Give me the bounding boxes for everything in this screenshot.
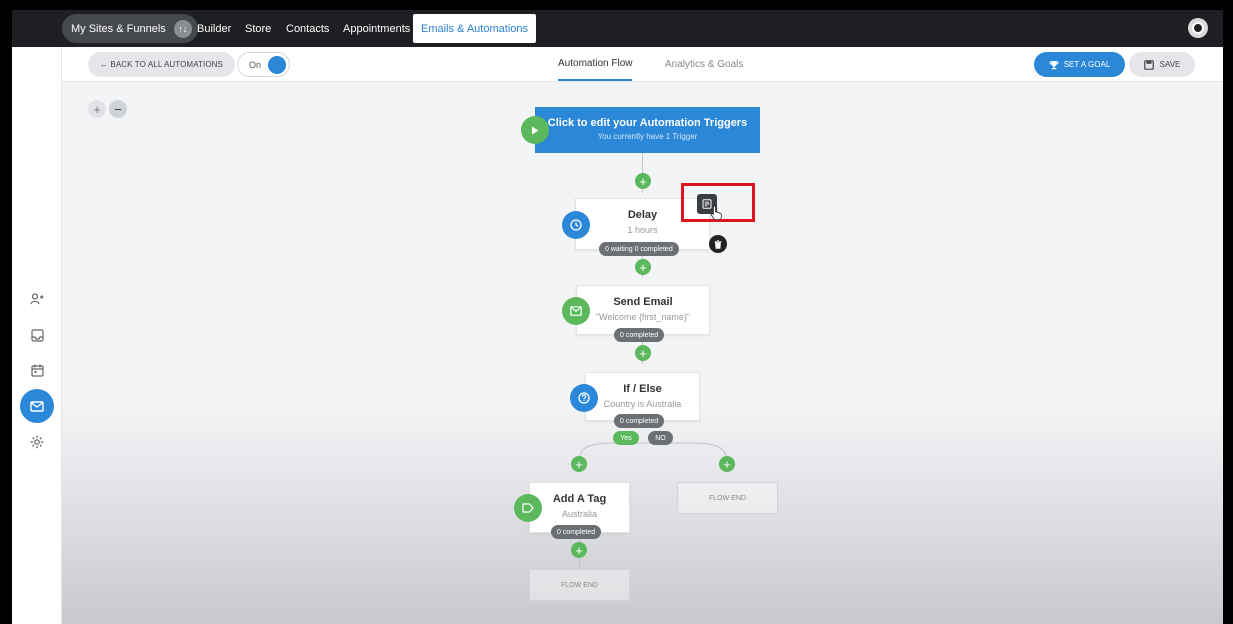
calendar-icon[interactable] [28, 361, 46, 379]
send-email-stats-badge: 0 completed [614, 328, 665, 342]
envelope-icon [562, 297, 590, 325]
nav-contacts[interactable]: Contacts [286, 10, 329, 47]
add-step-button[interactable]: + [571, 542, 587, 558]
nav-appointments[interactable]: Appointments [343, 10, 410, 47]
question-icon [570, 384, 598, 412]
trigger-title: Click to edit your Automation Triggers [547, 117, 748, 129]
add-tag-value: Australia [561, 509, 597, 519]
zoom-out-button[interactable]: − [109, 100, 127, 118]
add-step-no-button[interactable]: + [719, 456, 735, 472]
nav-builder[interactable]: Builder [197, 10, 231, 47]
if-else-condition: Country is Australia [603, 399, 682, 409]
add-tag-stats-badge: 0 completed [551, 525, 602, 539]
settings-gear-icon[interactable] [28, 433, 46, 451]
trash-icon [714, 239, 722, 249]
delay-duration: 1 hours [627, 225, 658, 235]
trophy-icon [1049, 60, 1059, 69]
send-email-title: Send Email [613, 296, 673, 308]
delay-stats-badge: 0 waiting 0 completed [599, 242, 679, 256]
add-step-button[interactable]: + [635, 173, 651, 189]
tag-icon [514, 494, 542, 522]
yes-branch-label: Yes [613, 431, 639, 445]
swap-icon: ↑↓ [173, 19, 192, 38]
clock-icon [562, 211, 590, 239]
user-avatar[interactable] [1188, 18, 1208, 38]
play-icon [521, 116, 549, 144]
save-label: SAVE [1159, 60, 1181, 69]
my-sites-label: My Sites & Funnels [71, 22, 166, 35]
add-step-button[interactable]: + [635, 345, 651, 361]
floppy-disk-icon [1143, 59, 1154, 70]
automation-on-toggle[interactable]: On [237, 52, 290, 77]
app-screen: My Sites & Funnels ↑↓ Builder Store Cont… [12, 10, 1223, 624]
hand-cursor-icon [710, 205, 722, 220]
left-sidebar [12, 47, 62, 624]
set-a-goal-button[interactable]: SET A GOAL [1034, 52, 1125, 77]
nav-store[interactable]: Store [245, 10, 271, 47]
delete-step-button[interactable] [709, 235, 727, 253]
flow-end-no-branch: FLOW END [677, 482, 778, 514]
automation-trigger-box[interactable]: Click to edit your Automation Triggers Y… [535, 107, 760, 153]
toggle-label: On [249, 59, 262, 70]
email-icon[interactable] [20, 389, 54, 423]
if-else-stats-badge: 0 completed [614, 414, 665, 428]
contacts-icon[interactable] [28, 290, 46, 308]
if-else-title: If / Else [623, 383, 662, 395]
back-to-automations-button[interactable]: ← BACK TO ALL AUTOMATIONS [88, 52, 235, 77]
tab-analytics-goals[interactable]: Analytics & Goals [665, 47, 743, 81]
set-goal-label: SET A GOAL [1063, 60, 1111, 69]
tab-automation-flow[interactable]: Automation Flow [558, 47, 633, 81]
send-email-subject: "Welcome {first_name}" [595, 312, 691, 322]
avatar-icon [1192, 22, 1204, 34]
flow-end-yes-branch: FLOW END [529, 569, 630, 601]
add-step-yes-button[interactable]: + [571, 456, 587, 472]
automation-header: ← BACK TO ALL AUTOMATIONS On Automation … [62, 47, 1223, 82]
trigger-subtitle: You currently have 1 Trigger [597, 132, 698, 141]
my-sites-funnels-menu[interactable]: My Sites & Funnels ↑↓ [62, 14, 198, 43]
nav-emails-automations[interactable]: Emails & Automations [413, 14, 536, 43]
save-button[interactable]: SAVE [1129, 52, 1195, 77]
add-step-button[interactable]: + [635, 259, 651, 275]
zoom-in-button[interactable]: + [88, 100, 106, 118]
no-branch-label: NO [648, 431, 673, 445]
inbox-icon[interactable] [28, 326, 46, 344]
automation-canvas: + − Click to edit your Automation Trigge… [62, 82, 1223, 624]
add-tag-title: Add A Tag [552, 493, 607, 505]
toggle-knob [268, 56, 286, 74]
top-navigation: My Sites & Funnels ↑↓ Builder Store Cont… [12, 10, 1223, 47]
